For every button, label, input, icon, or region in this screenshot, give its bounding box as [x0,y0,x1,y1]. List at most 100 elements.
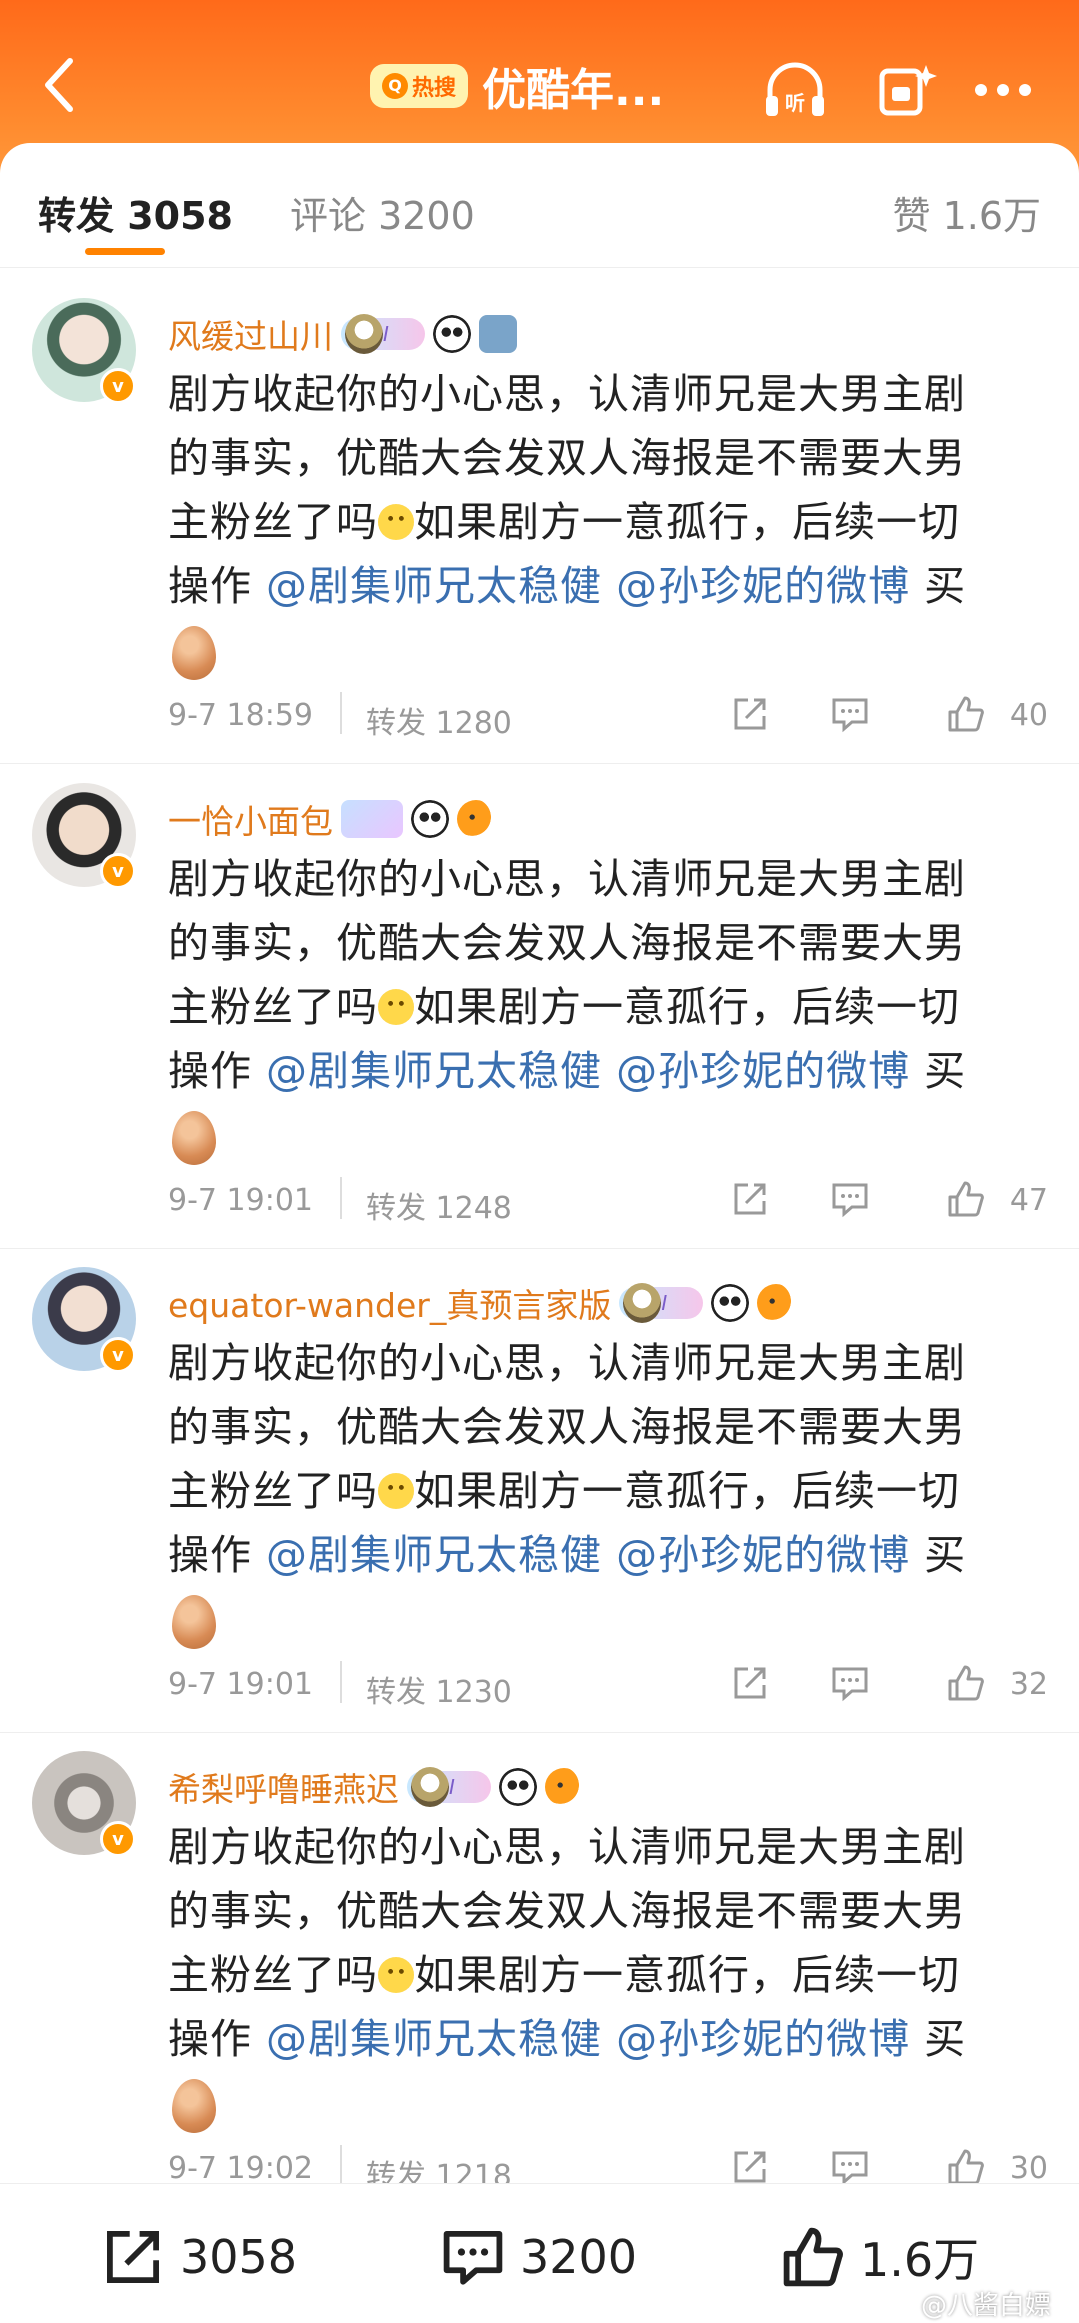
text-line: 主粉丝了吗 如果剧方一意孤行，后续一切 [168,1459,1048,1523]
rank-badge-icon: I [619,1283,704,1323]
text-line: 剧方收起你的小心思，认清师兄是大男主剧 [168,1339,966,1387]
repost-item[interactable]: v equator-wander_真预言家版 I 剧方收起你的小心思，认清师兄是… [0,1249,1079,1733]
comment-icon[interactable] [830,1179,870,1219]
mention-link[interactable]: @剧集师兄太稳健 [266,2015,602,2063]
text-line: 主粉丝了吗 如果剧方一意孤行，后续一切 [168,975,1048,1039]
like-icon[interactable] [946,1179,986,1219]
text-line: 剧方收起你的小心思，认清师兄是大男主剧 [168,855,966,903]
username[interactable]: 风缓过山川 [168,310,333,358]
mention-link[interactable]: @剧集师兄太稳健 [266,1531,602,1579]
text-segment: 操作 [168,562,267,610]
username[interactable]: 一恰小面包 [168,795,333,843]
like-total: 1.6万 [860,2233,980,2287]
panda-icon [711,1284,750,1322]
text-line: 的事实，优酷大会发双人海报是不需要大男 [168,1887,966,1935]
verified-badge-icon: v [100,1821,136,1857]
text-line: 剧方收起你的小心思，认清师兄是大男主剧 [168,370,966,418]
egg-emoji-icon [172,2079,216,2133]
text-segment: 买 [910,1531,967,1579]
username-row: equator-wander_真预言家版 I [168,1279,796,1327]
repost-item[interactable]: v 一恰小面包 剧方收起你的小心思，认清师兄是大男主剧 的事实，优酷大会发双人海… [0,765,1079,1249]
share-icon[interactable] [730,1179,770,1219]
text-segment: 如果剧方一意孤行，后续一切 [414,983,960,1031]
timestamp: 9-7 19:02 [168,2151,313,2186]
hot-search-label: 热搜 [412,76,457,101]
like-icon[interactable] [946,694,986,734]
share-icon[interactable] [730,2147,770,2187]
share-icon[interactable] [730,694,770,734]
mention-link[interactable]: @剧集师兄太稳健 [266,562,602,610]
text-line: 主粉丝了吗 如果剧方一意孤行，后续一切 [168,1943,1048,2007]
camera-icon [479,315,517,353]
back-button[interactable] [30,55,90,115]
like-count: 40 [1009,698,1048,733]
sparkle-doc-icon [879,65,937,116]
username[interactable]: 希梨呼噜睡燕迟 [168,1763,399,1811]
text-line: 操作 @剧集师兄太稳健 @孙珍妮的微博 买 [168,554,1048,618]
egg-emoji-icon [172,1111,216,1165]
comment-button[interactable]: 3200 [440,2224,637,2290]
mention-link[interactable]: @孙珍妮的微博 [616,1047,910,1095]
tab-likes[interactable]: 赞 1.6万 [892,185,1041,240]
username[interactable]: equator-wander_真预言家版 [168,1279,611,1327]
like-icon[interactable] [946,2147,986,2187]
forward-total: 3058 [180,2230,298,2284]
comment-icon [443,2231,503,2285]
timestamp: 9-7 19:01 [168,1183,313,1218]
text-segment: 主粉丝了吗 [168,1951,378,1999]
listen-button[interactable]: 听 [760,55,830,125]
forward-count: 转发 1280 [366,706,512,741]
text-line: 的事实，优酷大会发双人海报是不需要大男 [168,1403,966,1451]
repost-item[interactable]: v 希梨呼噜睡燕迟 I 剧方收起你的小心思，认清师兄是大男主剧 的事实，优酷大会… [0,1733,1079,2194]
text-segment: 操作 [168,2015,267,2063]
more-button[interactable] [968,55,1038,125]
mention-link[interactable]: @孙珍妮的微博 [616,1531,910,1579]
search-icon: Q [382,73,408,99]
text-line: 剧方收起你的小心思，认清师兄是大男主剧 [168,1823,966,1871]
repost-text: 剧方收起你的小心思，认清师兄是大男主剧 的事实，优酷大会发双人海报是不需要大男 … [168,362,1048,680]
text-line: 主粉丝了吗 如果剧方一意孤行，后续一切 [168,490,1048,554]
mention-link[interactable]: @剧集师兄太稳健 [266,1047,602,1095]
post-meta: 9-7 19:01 转发 1230 32 [168,1659,1048,1710]
text-line: 操作 @剧集师兄太稳健 @孙珍妮的微博 买 [168,2007,1048,2071]
headphones-icon: 听 [766,62,824,116]
mention-link[interactable]: @孙珍妮的微博 [616,562,910,610]
hot-search-badge[interactable]: Q 热搜 [370,64,469,108]
ai-summary-button[interactable] [872,55,942,125]
timestamp: 9-7 19:01 [168,1667,313,1702]
fish-icon [545,1768,583,1806]
rank-badge-icon: I [341,314,425,354]
share-icon[interactable] [730,1663,770,1703]
chevron-left-icon [45,58,73,112]
comment-icon[interactable] [830,1663,870,1703]
title-area: Q 热搜 优酷年... [370,55,664,117]
comment-icon[interactable] [830,2147,870,2187]
panda-icon [433,315,471,353]
tab-bar: 转发 3058 评论 3200 赞 1.6万 [0,143,1079,268]
post-meta: 9-7 19:01 转发 1248 47 [168,1175,1048,1226]
text-segment: 主粉丝了吗 [168,1467,378,1515]
text-line: 操作 @剧集师兄太稳健 @孙珍妮的微博 买 [168,1523,1048,1587]
share-icon [107,2231,159,2283]
text-segment: 如果剧方一意孤行，后续一切 [414,498,960,546]
svg-text:听: 听 [785,91,805,115]
username-row: 风缓过山川 I [168,310,517,358]
repost-item[interactable]: v 风缓过山川 I 剧方收起你的小心思，认清师兄是大男主剧 的事实，优酷大会发双… [0,280,1079,764]
repost-text: 剧方收起你的小心思，认清师兄是大男主剧 的事实，优酷大会发双人海报是不需要大男 … [168,1331,1048,1649]
text-segment: 主粉丝了吗 [168,498,378,546]
text-line: 的事实，优酷大会发双人海报是不需要大男 [168,434,966,482]
bottom-action-bar: 3058 3200 1.6万 [0,2183,1079,2323]
like-icon[interactable] [946,1663,986,1703]
verified-badge-icon: v [100,1337,136,1373]
egg-emoji-icon [172,1595,216,1649]
mention-link[interactable]: @孙珍妮的微博 [616,2015,910,2063]
tab-comments[interactable]: 评论 3200 [290,185,475,240]
forward-button[interactable]: 3058 [100,2224,297,2290]
panda-icon [499,1768,537,1806]
smile-emoji-icon [378,1473,414,1509]
tab-forward[interactable]: 转发 3058 [38,185,233,240]
timestamp: 9-7 18:59 [168,698,313,733]
like-button[interactable]: 1.6万 [780,2224,979,2290]
repost-text: 剧方收起你的小心思，认清师兄是大男主剧 的事实，优酷大会发双人海报是不需要大男 … [168,1815,1048,2133]
comment-icon[interactable] [830,694,870,734]
